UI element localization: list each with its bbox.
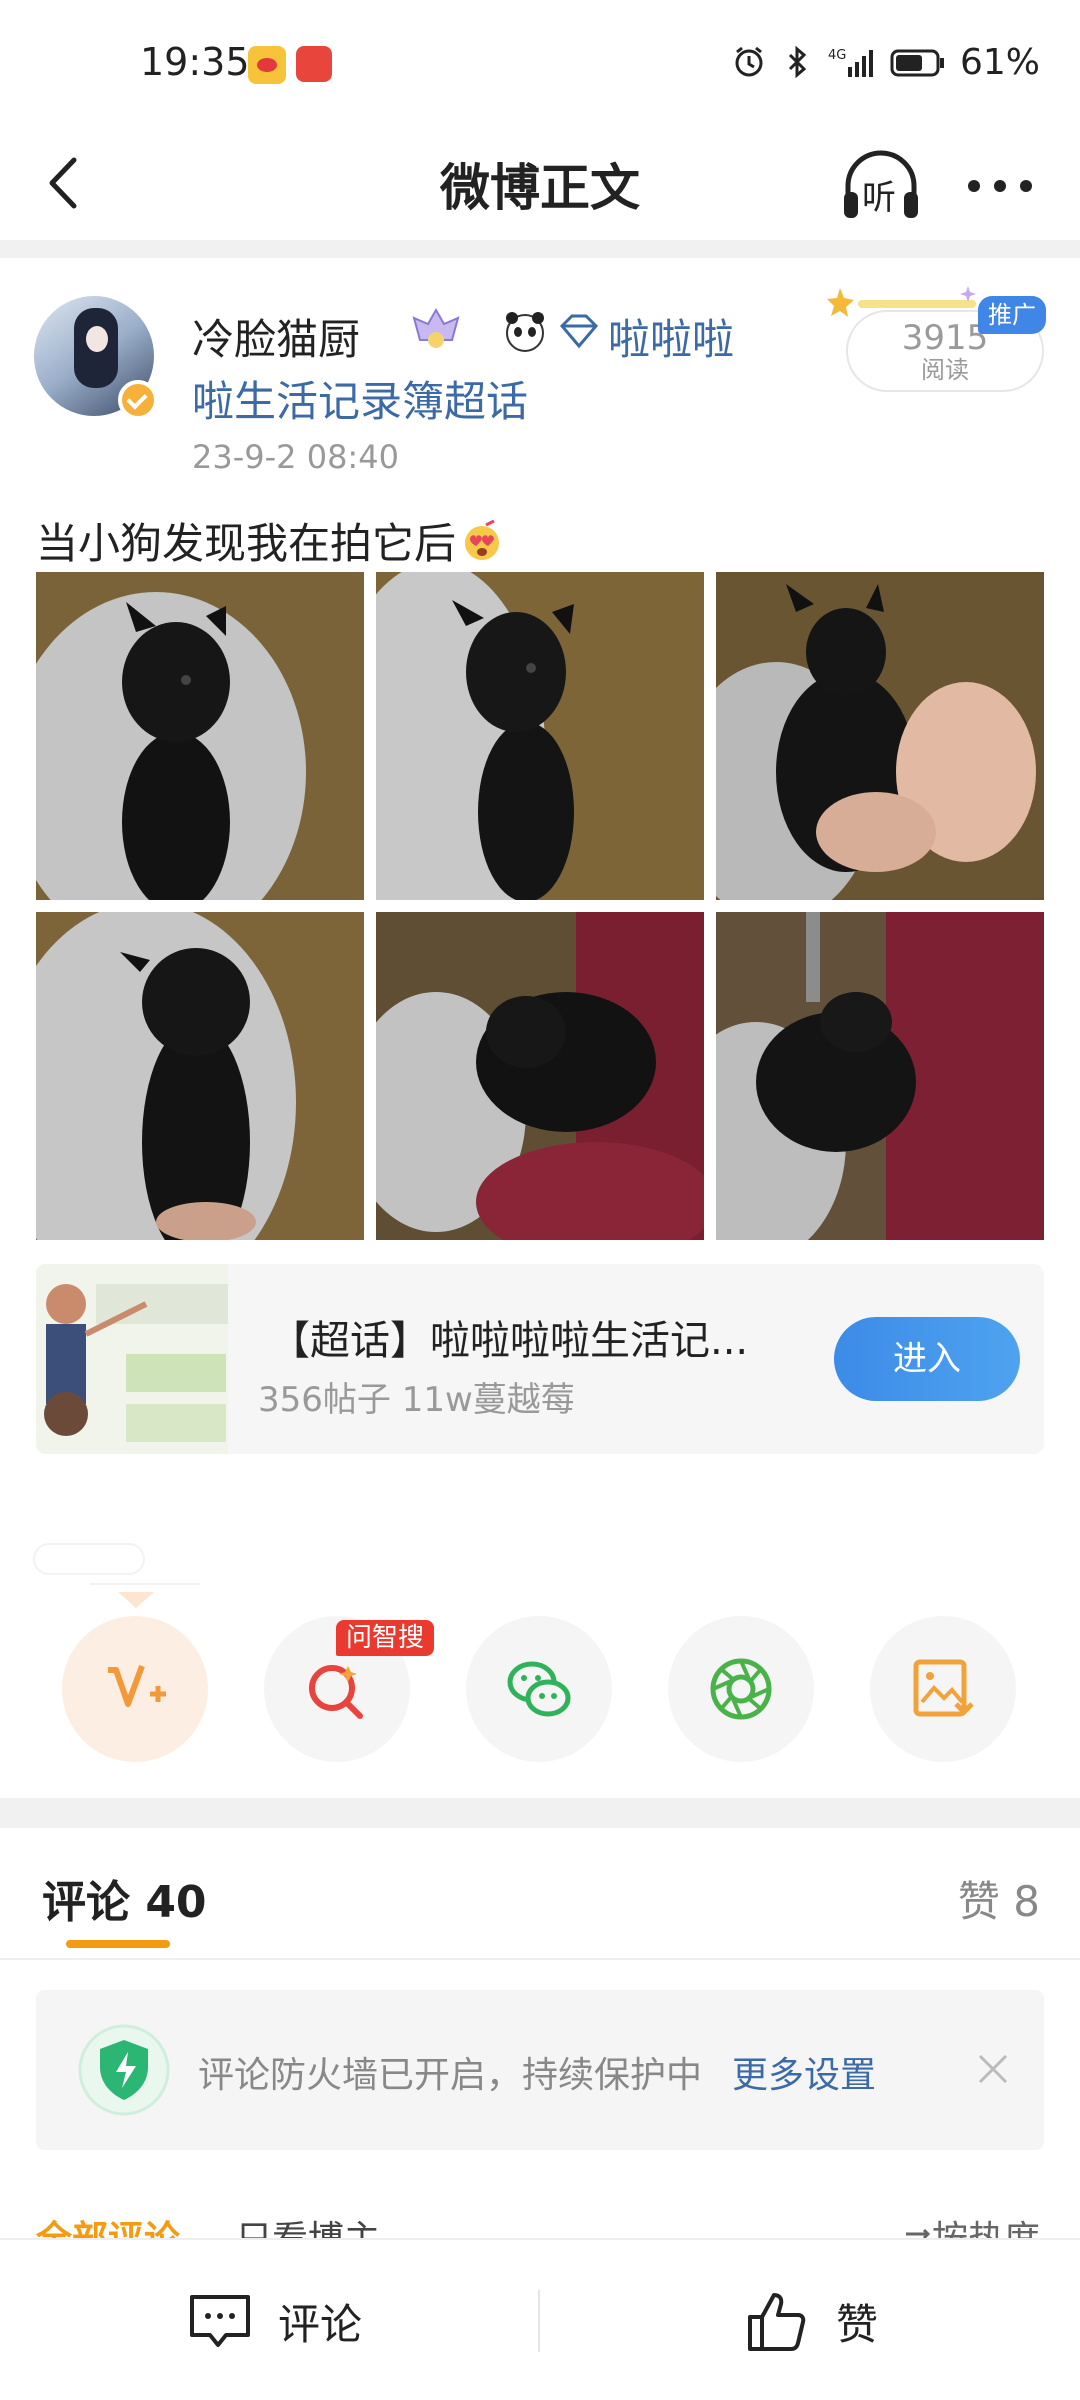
ask-search-tag: 问智搜 [336,1620,435,1656]
weibo-app-icon [248,46,286,84]
battery-icon [890,49,944,77]
vplus-share-button[interactable] [62,1616,208,1762]
firewall-text: 评论防火墙已开启，持续保护中 [198,2055,703,2096]
section-divider [0,240,1080,258]
dog-photo-3[interactable] [716,572,1044,900]
avatar-face [86,326,108,352]
save-image-button[interactable] [870,1616,1016,1762]
dog-photo-2[interactable] [376,572,704,900]
svg-text:4G: 4G [828,48,846,63]
huawei-app-icon [296,46,332,82]
supertopic-link-part1[interactable]: 啦啦啦 [608,306,734,367]
bottom-divider [538,2290,540,2352]
status-bar: 19:35 4G 61% [0,0,1080,130]
dog-photo-4[interactable] [36,912,364,1240]
dog-photo-5[interactable] [376,912,704,1240]
supertopic-title: 【超话】啦啦啦啦生活记... [270,1318,749,1364]
dog-photo-6[interactable] [716,912,1044,1240]
supertopic-diamond-icon [559,314,599,349]
comment-label: 评论 [278,2299,363,2349]
supertopic-card[interactable]: 【超话】啦啦啦啦生活记... 356帖子 11w蔓越莓 进入 [36,1264,1044,1454]
member-crown-badge-icon [412,307,460,348]
tabs-divider [0,1958,1080,1960]
like-label: 赞 [836,2299,879,2349]
moments-share-button[interactable] [668,1616,814,1762]
listen-label: 听 [862,178,896,218]
bottom-action-bar: 评论 赞 [0,2238,1080,2400]
panda-badge-icon [506,312,544,352]
close-icon[interactable] [970,2046,1016,2092]
share-row [0,1616,1080,1764]
listen-button[interactable]: 听 [836,140,926,230]
supertopic-cover-image [36,1264,228,1454]
signal-4g-icon: 4G [828,48,873,77]
wechat-share-button[interactable] [466,1616,612,1762]
more-options-icon[interactable] [960,156,1040,216]
dog-photo-1[interactable] [36,572,364,900]
save-image-icon [913,1659,974,1717]
vplus-icon [108,1664,166,1707]
read-label: 阅读 [921,356,969,384]
verified-badge-icon [118,380,158,420]
enter-supertopic-button[interactable]: 进入 [834,1317,1020,1401]
thumbs-up-icon [748,2293,806,2351]
wechat-icon [507,1661,571,1717]
tooltip-arrow [118,1592,154,1608]
post-time: 23-9-2 08:40 [192,438,399,476]
author-name[interactable]: 冷脸猫厨 [192,306,360,367]
status-time: 19:35 [140,40,250,84]
alarm-icon [735,46,763,77]
more-settings-link[interactable]: 更多设置 [732,2046,876,2098]
status-right: 4G 61% [732,40,1040,84]
faded-tooltip-icon [33,1543,200,1585]
battery-percent: 61% [959,41,1040,83]
bluetooth-icon [788,45,807,79]
post-text-content: 当小狗发现我在拍它后 [36,519,457,568]
supertopic-stats: 356帖子 11w蔓越莓 [258,1380,575,1420]
tab-active-indicator [66,1940,170,1948]
section-divider-2 [0,1798,1080,1828]
moments-icon [710,1658,772,1720]
top-nav-bar: 微博正文 听 [0,130,1080,240]
heart-eyes-emoji-icon [465,519,500,560]
photo-grid [36,572,1044,1240]
tab-likes[interactable]: 赞 8 [958,1868,1040,1929]
promote-badge[interactable]: 推广 [978,296,1046,334]
ask-search-icon [309,1665,363,1719]
tab-comments[interactable]: 评论 40 [42,1866,207,1930]
supertopic-link-part2[interactable]: 啦生活记录簿超话 [192,368,528,429]
comment-firewall-banner: 评论防火墙已开启，持续保护中 更多设置 [36,1990,1044,2150]
shield-icon [78,2024,170,2116]
post-text: 当小狗发现我在拍它后 [36,510,504,571]
comment-icon [190,2295,250,2347]
like-button[interactable]: 赞 [744,2286,878,2356]
comment-button[interactable]: 评论 [186,2286,362,2356]
